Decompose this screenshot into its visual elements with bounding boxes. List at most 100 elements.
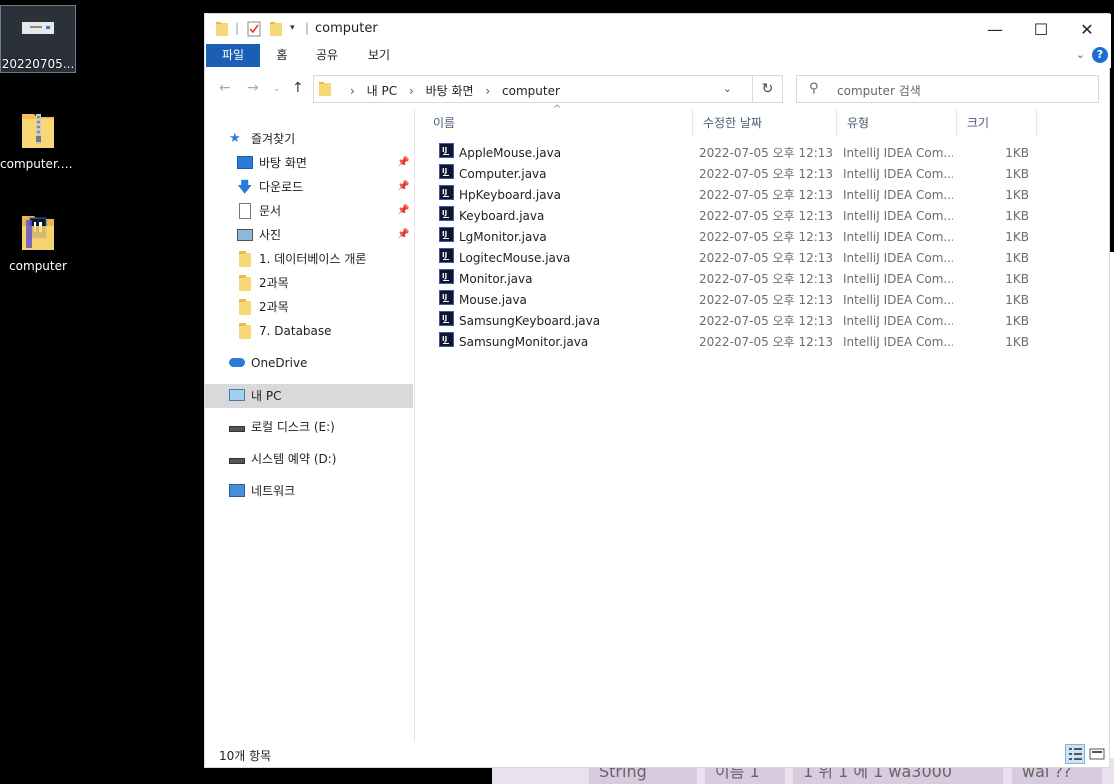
nav-network[interactable]: 네트워크 (205, 480, 413, 502)
breadcrumb-desktop[interactable]: 바탕 화면 (426, 84, 474, 98)
folder-icon (239, 323, 251, 339)
nav-folder-2subject-b[interactable]: 2과목 (205, 296, 413, 318)
nav-quick-access[interactable]: ★ 즐겨찾기 (205, 128, 413, 150)
file-name: SamsungMonitor.java (459, 335, 589, 349)
file-row[interactable]: IJ Monitor.java 2022-07-05 오후 12:13 Inte… (433, 269, 1039, 290)
desktop-icon-label: 20220705... (1, 57, 75, 71)
refresh-icon[interactable]: ↻ (752, 76, 782, 102)
new-folder-icon[interactable] (269, 21, 283, 37)
divider: | (305, 21, 310, 35)
address-bar[interactable]: › 내 PC › 바탕 화면 › computer ⌄ ↻ (313, 75, 783, 103)
file-type: IntelliJ IDEA Com... (843, 146, 953, 160)
file-size: 1KB (1005, 167, 1029, 181)
breadcrumb: › 내 PC › 바탕 화면 › computer (342, 82, 560, 99)
nav-label: 사진 (259, 228, 282, 242)
file-date: 2022-07-05 오후 12:13 (699, 167, 834, 181)
expand-ribbon-icon[interactable]: ⌄ (1076, 48, 1085, 61)
desktop-icon-screenshot[interactable]: 20220705... (0, 5, 76, 73)
search-box[interactable]: ⚲ computer 검색 (796, 75, 1099, 103)
desktop-icon-zip[interactable]: computer.zip (0, 108, 76, 171)
nav-label: 즐겨찾기 (251, 132, 296, 146)
column-header-name[interactable]: 이름 (423, 110, 693, 136)
up-arrow-icon[interactable]: ↑ (292, 80, 304, 96)
minimize-icon: — (987, 19, 1003, 39)
tab-view[interactable]: 보기 (361, 44, 397, 67)
nav-label: 네트워크 (251, 484, 296, 498)
desktop-icon-label: computer.zip (0, 157, 76, 171)
column-header-date[interactable]: 수정한 날짜 (693, 110, 837, 136)
status-bar: 10개 항목 (205, 742, 1111, 768)
column-header-size[interactable]: 크기 (957, 110, 1037, 136)
intellij-file-icon: IJ (439, 311, 454, 326)
chevron-right-icon: › (350, 84, 355, 98)
folder-icon (22, 216, 54, 250)
tab-share[interactable]: 공유 (309, 44, 345, 67)
breadcrumb-this-pc[interactable]: 내 PC (367, 84, 397, 98)
nav-item-pictures[interactable]: 사진 📌 (205, 224, 413, 246)
file-size: 1KB (1005, 293, 1029, 307)
nav-drive-e[interactable]: 로컬 디스크 (E:) (205, 416, 413, 438)
file-row[interactable]: IJ SamsungMonitor.java 2022-07-05 오후 12:… (433, 332, 1039, 353)
nav-item-desktop[interactable]: 바탕 화면 📌 (205, 152, 413, 174)
folder-icon (239, 251, 251, 267)
file-date: 2022-07-05 오후 12:13 (699, 335, 834, 349)
search-input[interactable]: computer 검색 (837, 82, 921, 99)
address-dropdown-icon[interactable]: ⌄ (723, 82, 732, 95)
recent-locations-icon[interactable]: ⌄ (273, 84, 281, 94)
file-size: 1KB (1005, 209, 1029, 223)
pin-icon: 📌 (397, 205, 410, 216)
tab-file[interactable]: 파일 (206, 44, 260, 67)
details-view-button[interactable] (1065, 744, 1085, 764)
file-type: IntelliJ IDEA Com... (843, 335, 953, 349)
file-row[interactable]: IJ Keyboard.java 2022-07-05 오후 12:13 Int… (433, 206, 1039, 227)
help-icon[interactable]: ? (1092, 47, 1108, 63)
nav-folder-database-intro[interactable]: 1. 데이터베이스 개론 (205, 248, 413, 270)
file-date: 2022-07-05 오후 12:13 (699, 146, 834, 160)
intellij-file-icon: IJ (439, 143, 454, 158)
close-button[interactable]: ✕ (1064, 14, 1110, 44)
navigation-row: ← → ⌄ ↑ › 내 PC › 바탕 화면 › computer ⌄ ↻ ⚲ … (205, 74, 1111, 106)
file-row[interactable]: IJ SamsungKeyboard.java 2022-07-05 오후 12… (433, 311, 1039, 332)
intellij-file-icon: IJ (439, 269, 454, 284)
forward-arrow-icon[interactable]: → (247, 80, 259, 96)
breadcrumb-computer[interactable]: computer (502, 84, 560, 98)
file-row[interactable]: IJ LgMonitor.java 2022-07-05 오후 12:13 In… (433, 227, 1039, 248)
cloud-icon (229, 358, 245, 367)
intellij-file-icon: IJ (439, 206, 454, 221)
divider: | (235, 21, 240, 35)
file-row[interactable]: IJ AppleMouse.java 2022-07-05 오후 12:13 I… (433, 143, 1039, 164)
file-row[interactable]: IJ LogitecMouse.java 2022-07-05 오후 12:13… (433, 248, 1039, 269)
large-icons-view-button[interactable] (1087, 744, 1107, 764)
nav-onedrive[interactable]: OneDrive (205, 352, 413, 374)
folder-icon (239, 275, 251, 291)
tab-home[interactable]: 홈 (267, 44, 297, 67)
nav-folder-2subject-a[interactable]: 2과목 (205, 272, 413, 294)
search-icon: ⚲ (809, 81, 819, 96)
minimize-button[interactable]: — (972, 14, 1018, 44)
properties-icon[interactable] (247, 21, 261, 37)
nav-label: 2과목 (259, 300, 289, 314)
file-date: 2022-07-05 오후 12:13 (699, 293, 834, 307)
file-row[interactable]: IJ Mouse.java 2022-07-05 오후 12:13 Intell… (433, 290, 1039, 311)
file-date: 2022-07-05 오후 12:13 (699, 251, 834, 265)
back-arrow-icon[interactable]: ← (219, 80, 231, 96)
nav-item-downloads[interactable]: 🡇 다운로드 📌 (205, 176, 413, 198)
zip-folder-icon (22, 114, 54, 148)
nav-item-documents[interactable]: 문서 📌 (205, 200, 413, 222)
column-header-type[interactable]: 유형 (837, 110, 957, 136)
file-type: IntelliJ IDEA Com... (843, 251, 953, 265)
pin-icon: 📌 (397, 157, 410, 168)
file-name: LgMonitor.java (459, 230, 547, 244)
desktop-icon-folder[interactable]: computer (0, 210, 76, 273)
nav-folder-database[interactable]: 7. Database (205, 320, 413, 342)
pin-icon: 📌 (397, 181, 410, 192)
file-row[interactable]: IJ HpKeyboard.java 2022-07-05 오후 12:13 I… (433, 185, 1039, 206)
network-icon (229, 484, 245, 497)
title-bar[interactable]: | ▾ | computer — ☐ ✕ (205, 14, 1111, 44)
nav-drive-d[interactable]: 시스템 예약 (D:) (205, 448, 413, 470)
nav-this-pc[interactable]: 내 PC (205, 384, 413, 408)
maximize-button[interactable]: ☐ (1018, 14, 1064, 44)
large-icons-view-icon (1089, 748, 1105, 760)
customize-dropdown-icon[interactable]: ▾ (290, 23, 295, 33)
file-row[interactable]: IJ Computer.java 2022-07-05 오후 12:13 Int… (433, 164, 1039, 185)
